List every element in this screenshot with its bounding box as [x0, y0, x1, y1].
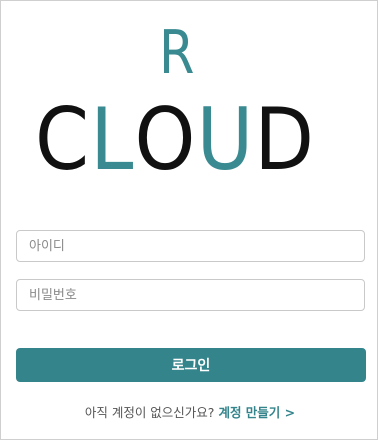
logo-letter-r: R [159, 18, 195, 88]
logo-letter-l: L [90, 90, 134, 190]
logo-letter-u: U [196, 90, 254, 190]
login-panel: R C L O U D 로그인 아직 계정이 없으신가요?계정 만들기 > [0, 0, 378, 440]
logo-cloud: C L O U D [35, 97, 314, 183]
create-account-link[interactable]: 계정 만들기 > [218, 405, 295, 420]
username-input[interactable] [16, 230, 365, 262]
signup-prompt: 아직 계정이 없으신가요? [84, 405, 215, 420]
logo-letter-c: C [35, 90, 90, 190]
logo-letter-o: O [134, 90, 196, 190]
login-button[interactable]: 로그인 [16, 348, 366, 382]
password-input[interactable] [16, 279, 365, 311]
signup-row: 아직 계정이 없으신가요? 계정 만들기 > [1, 402, 378, 421]
logo-letter-d: D [254, 90, 314, 190]
